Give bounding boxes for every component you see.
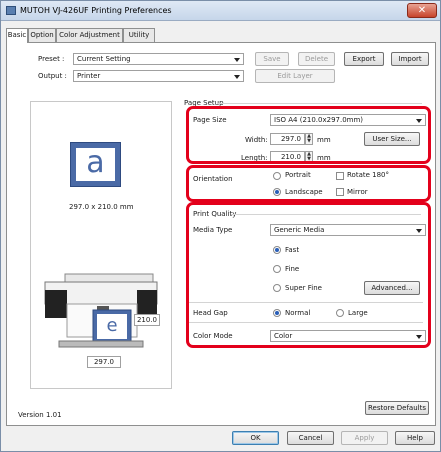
printer-bottom-value: 297.0: [87, 356, 121, 368]
window-title: MUTOH VJ-426UF Printing Preferences: [20, 6, 172, 15]
tab-option[interactable]: Option: [28, 28, 56, 42]
tab-utility[interactable]: Utility: [123, 28, 155, 42]
printer-base: [58, 340, 144, 348]
printer-top-lid: [64, 273, 154, 283]
tab-basic[interactable]: Basic: [6, 28, 28, 43]
output-value: Printer: [77, 72, 101, 80]
export-button[interactable]: Export: [344, 52, 384, 66]
output-label: Output :: [38, 72, 67, 80]
output-select[interactable]: Printer: [73, 70, 244, 82]
restore-defaults-button[interactable]: Restore Defaults: [365, 401, 429, 415]
printer-app-icon: [6, 6, 16, 15]
import-button[interactable]: Import: [391, 52, 429, 66]
preset-label: Preset :: [38, 55, 65, 63]
printer-side-value: 210.0: [134, 314, 160, 326]
version-text: Version 1.01: [18, 411, 62, 419]
paper-size-text: 297.0 x 210.0 mm: [69, 203, 134, 211]
print-quality-highlight: [186, 202, 431, 348]
orientation-highlight: [186, 165, 431, 202]
printer-media-glyph: e: [106, 315, 118, 336]
paper-preview: a: [70, 142, 121, 187]
printer-left-side: [45, 290, 67, 318]
title-bar: MUTOH VJ-426UF Printing Preferences ✕: [1, 1, 440, 21]
delete-button[interactable]: Delete: [298, 52, 335, 66]
paper-glyph: a: [76, 148, 115, 181]
chevron-down-icon: [234, 75, 240, 79]
close-button[interactable]: ✕: [407, 3, 437, 18]
apply-button[interactable]: Apply: [341, 431, 388, 445]
printer-preview: e 210.0 297.0: [30, 261, 172, 389]
divider: [217, 103, 422, 104]
preset-value: Current Setting: [77, 55, 131, 63]
help-button[interactable]: Help: [395, 431, 435, 445]
printing-preferences-window: MUTOH VJ-426UF Printing Preferences ✕ Ba…: [0, 0, 441, 452]
tab-color-adjustment[interactable]: Color Adjustment: [56, 28, 123, 42]
edit-layer-button[interactable]: Edit Layer: [255, 69, 335, 83]
chevron-down-icon: [234, 58, 240, 62]
page-size-highlight: [186, 106, 431, 164]
cancel-button[interactable]: Cancel: [287, 431, 334, 445]
basic-panel: Preset : Current Setting Output : Printe…: [6, 42, 436, 426]
save-button[interactable]: Save: [255, 52, 289, 66]
ok-button[interactable]: OK: [232, 431, 279, 445]
preset-select[interactable]: Current Setting: [73, 53, 244, 65]
